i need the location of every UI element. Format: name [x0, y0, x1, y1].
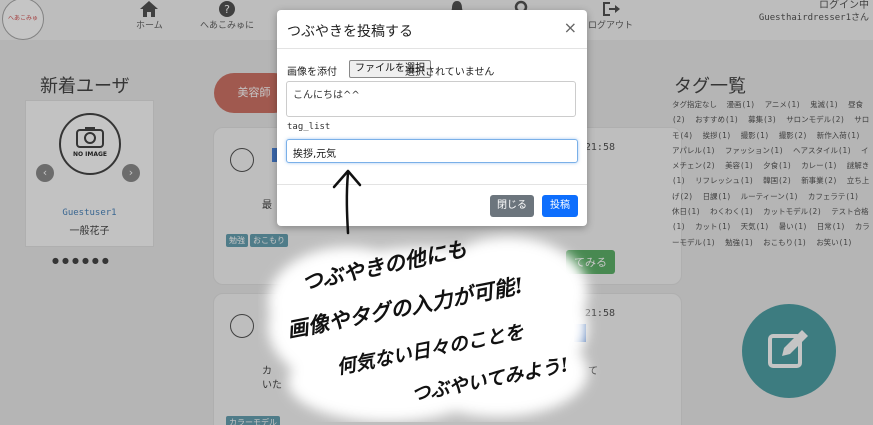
tag-list-input[interactable]: 挨拶,元気 — [286, 139, 578, 163]
tag-list-label: tag_list — [287, 122, 331, 132]
modal-title: つぶやきを投稿する — [287, 24, 413, 40]
modal-header-divider — [277, 48, 587, 49]
post-button[interactable]: 投稿 — [542, 195, 578, 217]
close-button[interactable]: 閉じる — [490, 195, 534, 217]
file-status-text: 選択されていません — [405, 67, 495, 78]
modal-footer-divider — [277, 184, 587, 185]
close-icon[interactable]: × — [564, 18, 577, 37]
post-modal: つぶやきを投稿する × 画像を添付 ファイルを選択 選択されていません こんにち… — [277, 10, 587, 226]
post-textarea[interactable]: こんにちは^^ — [286, 81, 576, 117]
image-attach-label: 画像を添付 — [287, 67, 337, 78]
